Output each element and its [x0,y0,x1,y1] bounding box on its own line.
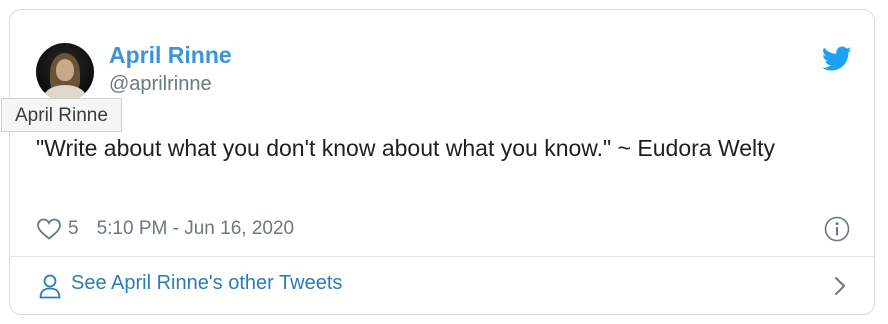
tweet-timestamp[interactable]: 5:10 PM - Jun 16, 2020 [97,218,295,240]
tweet-card[interactable]: April Rinne @aprilrinne "Write about wha… [9,9,875,315]
person-icon [39,274,61,299]
author-handle[interactable]: @aprilrinne [109,73,212,96]
chevron-right-icon[interactable] [832,275,848,297]
twitter-bird-icon[interactable] [822,46,852,72]
info-icon[interactable] [824,216,850,242]
avatar-face [56,59,74,81]
tweet-text: "Write about what you don't know about w… [36,135,776,161]
other-tweets-label[interactable]: See April Rinne's other Tweets [71,272,342,295]
like-count[interactable]: 5 [68,218,79,240]
author-name-tooltip: April Rinne [1,98,122,132]
heart-icon[interactable] [36,217,62,241]
author-name[interactable]: April Rinne [109,42,232,69]
author-avatar[interactable] [36,43,94,101]
tweet-meta: 5 5:10 PM - Jun 16, 2020 [36,215,294,243]
other-tweets-link[interactable]: See April Rinne's other Tweets [10,257,874,314]
